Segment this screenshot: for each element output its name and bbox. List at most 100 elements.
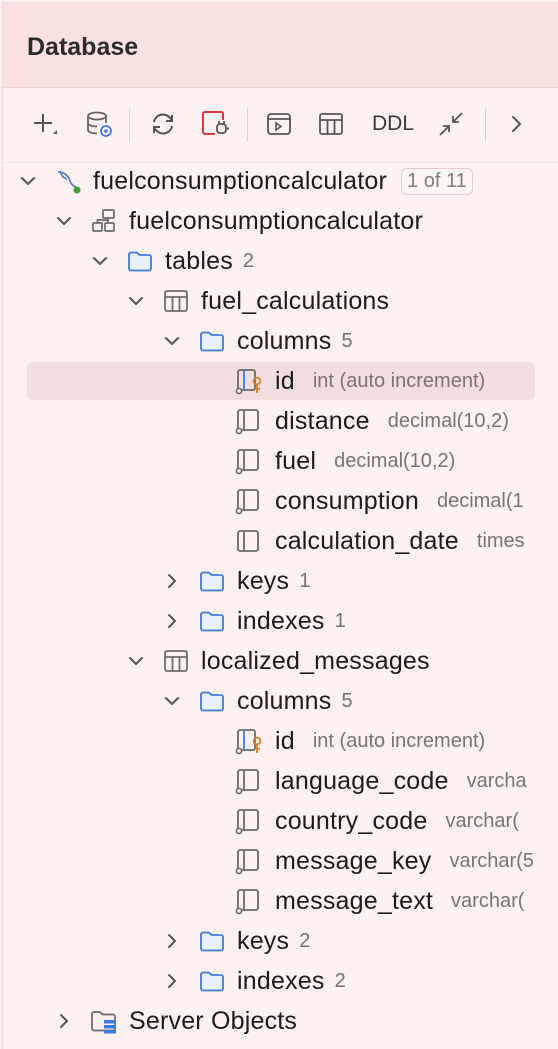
chevron-down-icon[interactable] — [125, 650, 147, 672]
node-label: tables — [165, 246, 233, 275]
column-type: decimal(1 — [436, 489, 524, 512]
schema-icon — [89, 206, 119, 236]
column-name: message_text — [275, 886, 434, 915]
column-type: times — [476, 529, 525, 552]
datasource-settings-icon[interactable] — [79, 104, 119, 144]
tree-node-datasource[interactable]: fuelconsumptioncalculator 1 of 11 — [3, 161, 558, 201]
jump-to-source-icon[interactable] — [431, 104, 471, 144]
node-count: 1 — [334, 609, 346, 632]
folder-icon — [197, 966, 227, 996]
console-icon[interactable] — [259, 104, 299, 144]
refresh-icon[interactable] — [143, 104, 183, 144]
tree-node-tables[interactable]: tables 2 — [3, 241, 558, 281]
node-count: 1 — [299, 569, 311, 592]
tree-node-column[interactable]: id int (auto increment) — [3, 721, 558, 761]
tree-node-column[interactable]: message_key varchar(5 — [3, 841, 558, 881]
server-objects-folder-icon — [89, 1006, 119, 1036]
folder-icon — [197, 686, 227, 716]
tree-node-column[interactable]: id int (auto increment) — [3, 361, 558, 401]
folder-icon — [197, 566, 227, 596]
chevron-down-icon[interactable] — [161, 330, 183, 352]
tree-node-column[interactable]: consumption decimal(1 — [3, 481, 558, 521]
tree-node-table-fuel-calculations[interactable]: fuel_calculations — [3, 281, 558, 321]
column-type: varcha — [466, 769, 527, 792]
column-icon — [233, 886, 263, 916]
table-icon — [161, 646, 191, 676]
column-icon — [233, 486, 263, 516]
folder-icon — [125, 246, 155, 276]
tool-window-title: Database — [27, 33, 139, 61]
tree-node-column[interactable]: message_text varchar( — [3, 881, 558, 921]
table-name: fuel_calculations — [201, 286, 390, 315]
column-name: distance — [275, 406, 370, 435]
chevron-down-icon[interactable] — [89, 250, 111, 272]
column-name: consumption — [275, 486, 419, 515]
tree-node-column[interactable]: fuel decimal(10,2) — [3, 441, 558, 481]
chevron-down-icon[interactable] — [53, 210, 75, 232]
tool-window-header: Database — [3, 3, 558, 88]
primary-key-column-icon — [233, 726, 263, 756]
node-label: keys — [237, 926, 290, 955]
table-icon[interactable] — [311, 104, 351, 144]
tree-node-column[interactable]: distance decimal(10,2) — [3, 401, 558, 441]
table-icon — [161, 286, 191, 316]
column-icon — [233, 406, 263, 436]
database-toolbar: DDL — [3, 88, 558, 163]
column-type: varchar(5 — [449, 849, 534, 872]
nullable-column-icon — [233, 526, 263, 556]
folder-icon — [197, 326, 227, 356]
node-label: columns — [237, 686, 332, 715]
tree-node-column[interactable]: language_code varcha — [3, 761, 558, 801]
chevron-right-icon[interactable] — [53, 1010, 75, 1032]
chevron-right-icon[interactable] — [161, 610, 183, 632]
tree-node-column[interactable]: calculation_date times — [3, 521, 558, 561]
column-name: country_code — [275, 806, 428, 835]
tree-node-indexes[interactable]: indexes 1 — [3, 601, 558, 641]
tree-node-schema[interactable]: fuelconsumptioncalculator — [3, 201, 558, 241]
tree-node-keys[interactable]: keys 2 — [3, 921, 558, 961]
column-icon — [233, 806, 263, 836]
datasource-name: fuelconsumptioncalculator — [93, 166, 388, 195]
column-name: language_code — [275, 766, 449, 795]
column-icon — [233, 446, 263, 476]
chevron-down-icon[interactable] — [161, 690, 183, 712]
chevron-right-icon[interactable] — [497, 104, 537, 144]
node-label: indexes — [237, 606, 325, 635]
chevron-right-icon[interactable] — [161, 930, 183, 952]
database-tool-window: Database DDL fuelconsumptioncalculator 1… — [2, 2, 558, 1049]
folder-icon — [197, 926, 227, 956]
chevron-right-icon[interactable] — [161, 570, 183, 592]
tree-node-keys[interactable]: keys 1 — [3, 561, 558, 601]
ddl-button[interactable]: DDL — [365, 104, 421, 144]
chevron-right-icon[interactable] — [161, 970, 183, 992]
column-type: decimal(10,2) — [387, 409, 509, 432]
schema-count-badge[interactable]: 1 of 11 — [401, 167, 473, 195]
tree-node-columns[interactable]: columns 5 — [3, 681, 558, 721]
column-type: decimal(10,2) — [334, 449, 456, 472]
chevron-down-icon[interactable] — [17, 170, 39, 192]
column-name: id — [275, 366, 295, 395]
tree-node-columns[interactable]: columns 5 — [3, 321, 558, 361]
tree-node-indexes[interactable]: indexes 2 — [3, 961, 558, 1001]
tree-node-column[interactable]: country_code varchar( — [3, 801, 558, 841]
primary-key-column-icon — [233, 366, 263, 396]
tree-node-server-objects[interactable]: Server Objects — [3, 1001, 558, 1041]
mysql-datasource-icon — [53, 166, 83, 196]
node-label: columns — [237, 326, 332, 355]
node-count: 5 — [341, 329, 353, 352]
column-type: int (auto increment) — [312, 729, 486, 752]
column-type: int (auto increment) — [312, 369, 486, 392]
column-type: varchar( — [451, 889, 525, 912]
node-count: 5 — [341, 689, 353, 712]
disconnect-icon[interactable] — [195, 104, 235, 144]
chevron-down-icon[interactable] — [125, 290, 147, 312]
folder-icon — [197, 606, 227, 636]
column-icon — [233, 766, 263, 796]
node-label: Server Objects — [129, 1006, 298, 1035]
column-name: message_key — [275, 846, 432, 875]
tree-node-table-localized-messages[interactable]: localized_messages — [3, 641, 558, 681]
column-icon — [233, 846, 263, 876]
column-name: fuel — [275, 446, 317, 475]
plus-icon[interactable] — [25, 104, 65, 144]
node-count: 2 — [334, 969, 346, 992]
